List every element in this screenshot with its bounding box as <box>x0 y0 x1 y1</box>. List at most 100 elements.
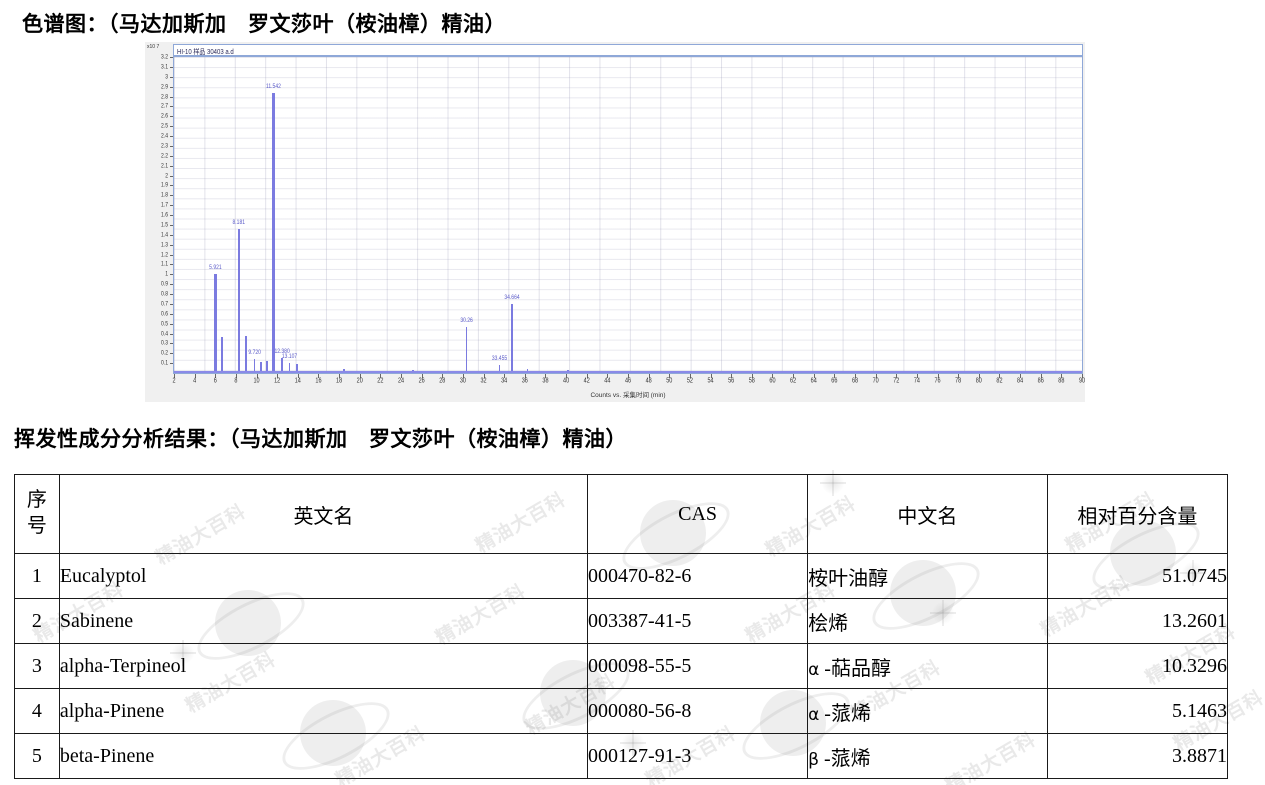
row-cas-number: 000098-55-5 <box>587 643 809 689</box>
y-axis-tick-label: 0.9 <box>161 280 168 289</box>
column-header-english-name: 英文名 <box>58 474 589 554</box>
y-axis-tick-label: 2.7 <box>161 102 168 111</box>
chinese-name-text: -蒎烯 <box>824 702 871 725</box>
x-axis-tick-label: 82 <box>996 377 1003 385</box>
y-axis-tick-label: 2.2 <box>161 151 168 160</box>
peak-retention-time-label: 13.107 <box>281 353 298 361</box>
y-axis-tick-label: 2.8 <box>161 92 168 101</box>
y-axis-tick-label: 0.6 <box>161 309 168 318</box>
x-axis-tick-label: 66 <box>831 377 838 385</box>
y-axis-tick-label: 0.7 <box>161 299 168 308</box>
x-axis-tick-label: 80 <box>975 377 982 385</box>
chromatogram-peak <box>220 337 223 373</box>
x-axis-tick-label: 54 <box>707 377 714 385</box>
x-axis-tick-label: 58 <box>748 377 755 385</box>
chinese-name-text: -萜品醇 <box>824 657 891 680</box>
y-axis-tick-label: 2.5 <box>161 122 168 131</box>
row-chinese-name: α -萜品醇 <box>807 643 1048 689</box>
y-axis-tick-label: 1 <box>165 270 168 279</box>
peak-retention-time-label: 34.664 <box>504 294 520 302</box>
y-axis-exponent-label: x10 7 <box>147 44 160 50</box>
x-axis-tick-label: 78 <box>955 377 962 385</box>
row-chinese-name: α -蒎烯 <box>807 688 1048 734</box>
y-axis-tick-label: 1.2 <box>161 250 168 259</box>
x-axis-tick-label: 12 <box>274 377 281 385</box>
y-axis-tick-label: 1.7 <box>161 201 168 210</box>
row-english-name: Sabinene <box>58 598 589 644</box>
peak-retention-time-label: 33.455 <box>491 355 508 363</box>
x-axis-tick-label: 6 <box>213 377 217 385</box>
x-axis-tick-label: 2 <box>172 377 176 385</box>
x-axis-tick-label: 26 <box>418 377 425 385</box>
x-axis-tick-label: 56 <box>728 377 735 385</box>
x-axis-tick-label: 76 <box>934 377 941 385</box>
x-axis-tick-label: 8 <box>234 377 238 385</box>
results-heading: 挥发性成分分析结果：（马达加斯加 罗文莎叶（桉油樟）精油） <box>14 428 627 451</box>
y-axis-tick-label: 1.3 <box>161 240 168 249</box>
table-header-row: 序 号 英文名 CAS 中文名 相对百分含量 <box>14 474 1229 554</box>
y-axis-tick-label: 2.1 <box>161 161 168 170</box>
chromatogram-plot-area: 5.921 8.181 9.720 11.542 12.380 13.107 30.26 33… <box>173 56 1083 374</box>
y-axis-tick-label: 0.8 <box>161 290 168 298</box>
chromatogram-peak <box>272 92 275 373</box>
y-axis-tick-label: 0.2 <box>161 349 168 358</box>
peak-retention-time-label: 5.921 <box>209 264 222 272</box>
volatile-components-table: 序 号 英文名 CAS 中文名 相对百分含量 1 Eucalyptol 000470… <box>14 474 1229 779</box>
x-axis-tick-label: 62 <box>790 377 797 385</box>
table-row: 1 Eucalyptol 000470-82-6 桉叶油醇 51.0745 <box>14 553 1229 599</box>
column-header-index: 序 号 <box>14 474 60 554</box>
y-axis-tick-label: 3.1 <box>161 62 168 71</box>
x-axis-tick-label: 32 <box>480 377 487 385</box>
row-index: 5 <box>14 733 60 779</box>
x-axis-tick-label: 40 <box>563 377 570 385</box>
y-axis-tick-label: 1.8 <box>161 191 168 200</box>
chromatogram-peak <box>510 303 513 373</box>
x-axis-tick-label: 34 <box>501 377 508 385</box>
x-axis-tick-label: 24 <box>397 377 405 385</box>
row-percentage: 13.2601 <box>1046 598 1229 644</box>
x-axis-tick-label: 64 <box>810 377 817 385</box>
row-percentage: 51.0745 <box>1046 553 1229 599</box>
y-axis-tick-label: 1.9 <box>161 181 168 190</box>
x-axis-tick-label: 88 <box>1058 377 1065 385</box>
x-axis-title: Counts vs. 采集时间 (min) <box>590 392 666 399</box>
x-axis-tick-label: 18 <box>336 377 343 385</box>
table-row: 4 alpha-Pinene 000080-56-8 α -蒎烯 5.1463 <box>14 688 1229 734</box>
y-axis: 0.1 0.2 0.3 0.4 0.5 0.6 0.7 0.8 0.9 1 1.1 1.2 1.3 1.4… <box>145 53 173 374</box>
row-english-name: alpha-Terpineol <box>58 643 589 689</box>
row-percentage: 3.8871 <box>1046 733 1229 779</box>
x-axis-tick-label: 48 <box>645 377 652 385</box>
x-axis-tick-label: 42 <box>583 377 590 385</box>
greek-prefix: β <box>808 749 819 770</box>
y-axis-tick-label: 2.9 <box>161 82 168 91</box>
row-cas-number: 003387-41-5 <box>587 598 809 644</box>
row-chinese-name: 桧烯 <box>807 598 1048 644</box>
x-axis-tick-label: 74 <box>913 377 920 385</box>
x-axis: 2 4 6 8 10 12 14 16 18 20 22 24 26 28 30 32 34 36 38 40 42 44… <box>172 374 1085 390</box>
peak-retention-time-label: 9.720 <box>248 349 261 357</box>
row-english-name: Eucalyptol <box>58 553 589 599</box>
row-index: 3 <box>14 643 60 689</box>
x-axis-tick-label: 72 <box>893 377 900 385</box>
y-axis-tick-label: 1.6 <box>161 211 168 219</box>
y-axis-tick-label: 1.5 <box>161 220 168 229</box>
chromatogram-figure: x10 7 HI-10 样品 30403 a.d 0.1 0.2 0.3 0.4 0.5… <box>145 42 1085 402</box>
peak-retention-time-label: 8.181 <box>232 219 246 227</box>
chromatogram-baseline <box>174 371 1082 373</box>
column-header-cas: CAS <box>587 474 809 554</box>
chinese-name-text: 桉叶油醇 <box>808 567 889 590</box>
y-axis-tick-label: 2.4 <box>161 132 168 140</box>
chromatogram-peak <box>465 326 468 373</box>
column-header-chinese-name: 中文名 <box>807 474 1048 554</box>
chromatogram-peak <box>214 274 217 373</box>
x-axis-tick-label: 30 <box>459 377 466 385</box>
row-chinese-name: β -蒎烯 <box>807 733 1048 779</box>
chromatogram-sample-title: HI-10 样品 30403 a.d <box>177 49 234 57</box>
row-cas-number: 000470-82-6 <box>587 553 809 599</box>
chromatogram-title-bar: HI-10 样品 30403 a.d <box>173 44 1083 56</box>
x-axis-tick-label: 84 <box>1017 377 1024 385</box>
y-axis-tick-label: 2 <box>165 171 168 180</box>
column-header-percentage: 相对百分含量 <box>1046 474 1229 554</box>
y-axis-tick-label: 2.6 <box>161 112 168 121</box>
y-axis-tick-label: 3.2 <box>161 53 168 61</box>
